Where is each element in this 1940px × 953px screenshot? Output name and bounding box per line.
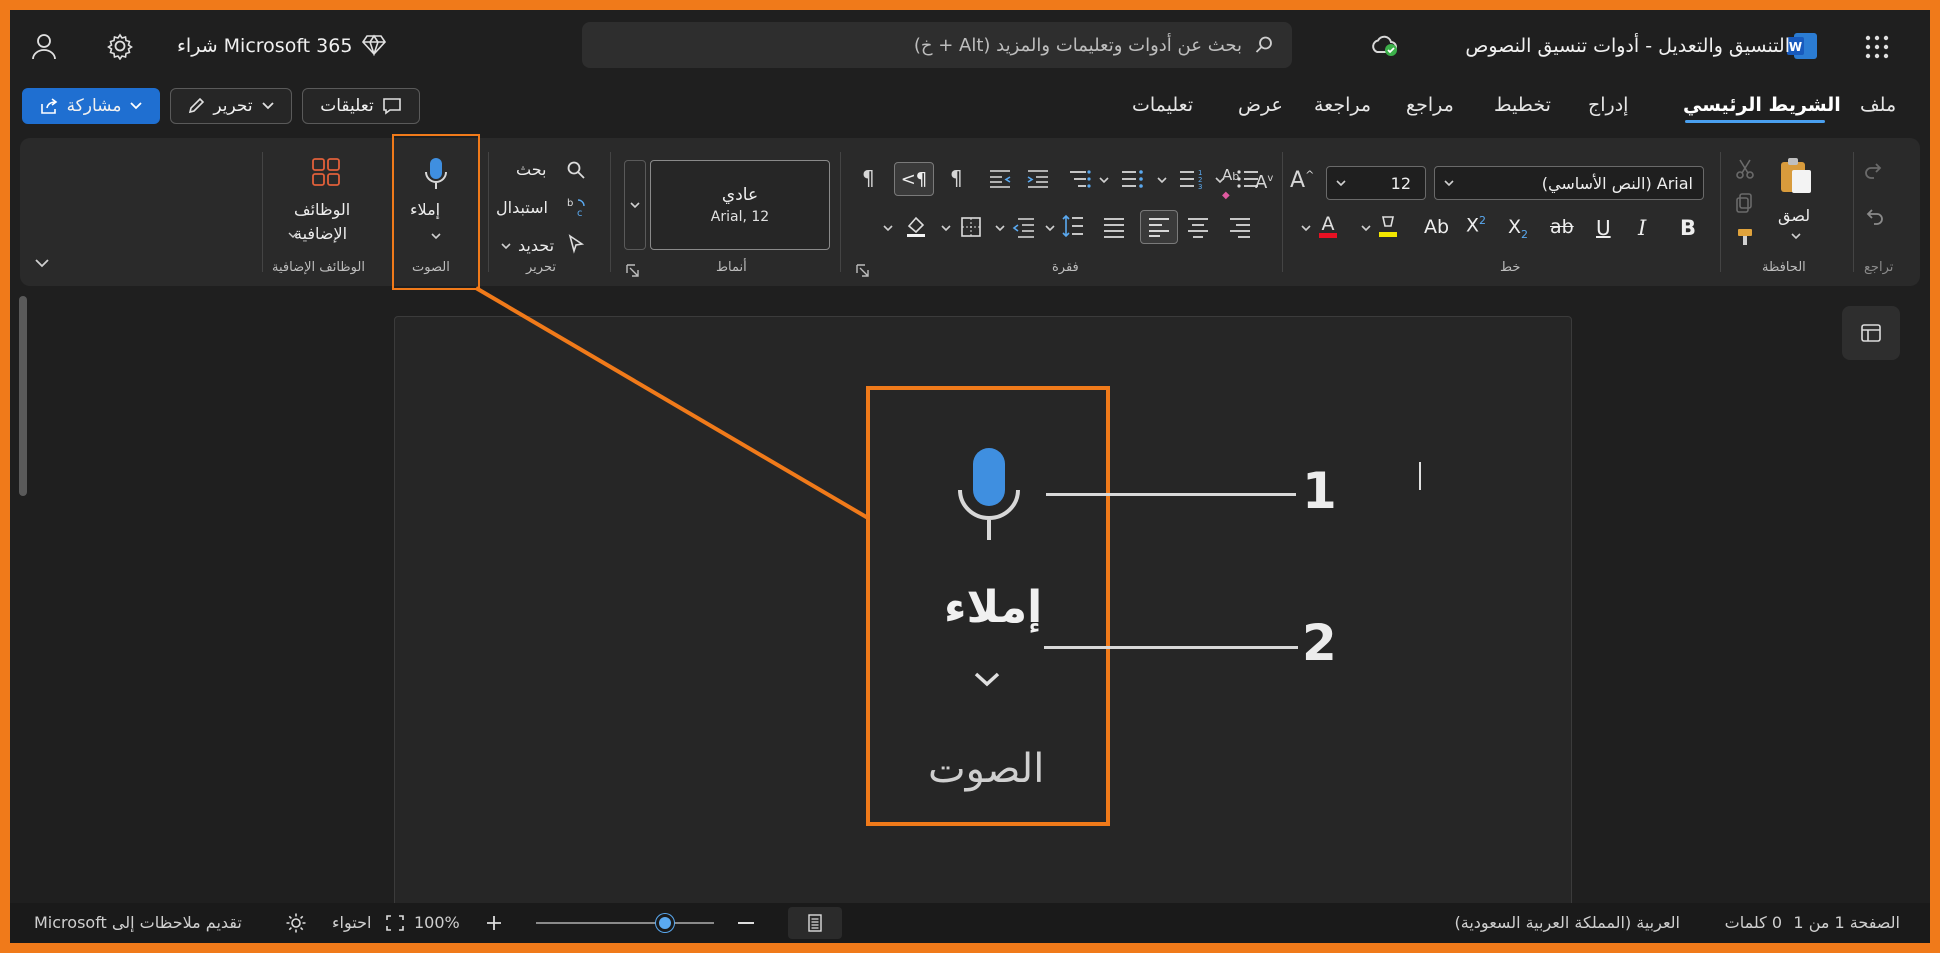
zoomed-dictate-label: إملاء: [944, 582, 1043, 633]
print-layout-button[interactable]: [788, 907, 842, 939]
zoomed-microphone-icon: [954, 446, 1024, 544]
callout-line-2: [1044, 646, 1298, 649]
zoomed-voice-group-label: الصوت: [928, 746, 1045, 792]
fit-label[interactable]: احتواء: [332, 913, 371, 932]
language-indicator[interactable]: العربية (المملكة العربية السعودية): [1455, 913, 1680, 932]
zoom-slider-thumb[interactable]: [656, 914, 674, 932]
page-count[interactable]: الصفحة 1 من 1: [1793, 913, 1900, 932]
feedback-link[interactable]: تقديم ملاحظات إلى Microsoft: [34, 913, 242, 932]
zoom-in-plus-icon[interactable]: [486, 915, 502, 931]
zoomed-chevron-down-icon: [972, 670, 1002, 688]
callout-number-2: 2: [1302, 614, 1337, 672]
zoom-slider-track[interactable]: [536, 922, 714, 924]
word-app: W التنسيق والتعديل - أدوات تنسيق النصوص …: [10, 10, 1930, 943]
status-bar: الصفحة 1 من 1 0 كلمات العربية (المملكة ا…: [10, 903, 1930, 943]
callout-number-1: 1: [1302, 462, 1337, 520]
zoom-out-minus-icon[interactable]: [738, 922, 754, 924]
print-layout-icon: [808, 914, 822, 932]
callout-line-1: [1046, 493, 1296, 496]
brightness-sun-icon[interactable]: [286, 913, 306, 933]
fit-to-window-icon[interactable]: [386, 915, 404, 931]
zoom-level[interactable]: 100%: [414, 913, 460, 932]
word-count[interactable]: 0 كلمات: [1725, 913, 1782, 932]
